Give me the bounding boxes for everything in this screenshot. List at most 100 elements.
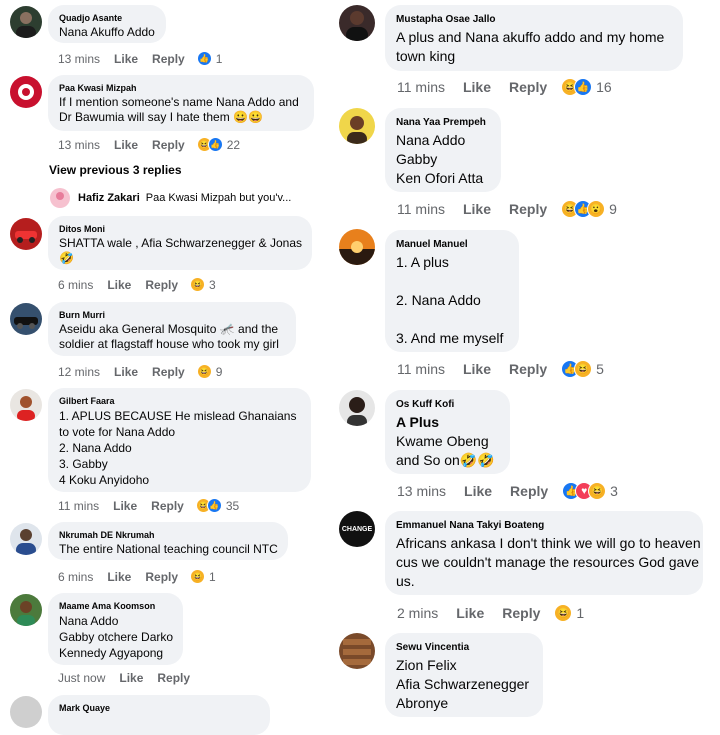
reply-button[interactable]: Reply (152, 365, 185, 379)
avatar[interactable] (339, 633, 375, 669)
reply-button[interactable]: Reply (152, 138, 185, 152)
reply-button[interactable]: Reply (502, 605, 540, 621)
comment-actions: 2 mins Like Reply 😆 1 (397, 604, 584, 622)
reply-button[interactable]: Reply (152, 52, 185, 66)
view-previous-replies-link[interactable]: View previous 3 replies (49, 163, 182, 177)
like-button[interactable]: Like (463, 201, 491, 217)
comment-author[interactable]: Maame Ama Koomson (59, 601, 155, 611)
comment-time[interactable]: 11 mins (397, 201, 445, 217)
reaction-summary[interactable]: 😆 3 (190, 277, 216, 292)
reaction-summary[interactable]: 😆 👍 22 (196, 137, 241, 152)
like-button[interactable]: Like (113, 499, 137, 513)
comment-author[interactable]: Emmanuel Nana Takyi Boateng (396, 520, 544, 531)
person-photo-icon (56, 192, 64, 200)
like-button[interactable]: Like (107, 278, 131, 292)
reaction-summary[interactable]: 👍 😆 5 (561, 360, 604, 378)
avatar[interactable]: CHANGE (339, 511, 375, 547)
reaction-summary[interactable]: 😆 👍 35 (195, 498, 239, 513)
reply-preview[interactable]: Hafiz Zakari Paa Kwasi Mizpah but you'v.… (50, 188, 291, 208)
like-button[interactable]: Like (107, 570, 131, 584)
comment-bubble: Nana Yaa Prempeh Nana Addo Gabby Ken Ofo… (385, 108, 501, 192)
comment-bubble: Mark Quaye (48, 695, 270, 735)
reply-button[interactable]: Reply (510, 483, 548, 499)
reaction-summary[interactable]: 😆 1 (554, 604, 584, 622)
comment-bubble: Burn Murri Aseidu aka General Mosquito 🦟… (48, 302, 296, 356)
reaction-count: 3 (610, 483, 618, 499)
avatar[interactable] (10, 6, 42, 38)
avatar[interactable] (10, 523, 42, 555)
comment-time[interactable]: Just now (58, 671, 105, 685)
thumbs-up-icon: 👍 (196, 51, 212, 66)
avatar[interactable] (339, 229, 375, 265)
avatar[interactable] (10, 594, 42, 626)
comment-time[interactable]: 12 mins (58, 365, 100, 379)
person-photo-icon (17, 601, 35, 626)
reply-button[interactable]: Reply (145, 570, 178, 584)
like-button[interactable]: Like (114, 138, 138, 152)
avatar[interactable] (339, 5, 375, 41)
comment-author[interactable]: Sewu Vincentia (396, 642, 469, 653)
reaction-summary[interactable]: 👍 ♥ 😆 3 (562, 482, 618, 500)
comment-text: SHATTA wale , Afia Schwarzenegger & Jona… (59, 236, 303, 265)
comment-actions: 12 mins Like Reply 😆 9 (58, 364, 222, 379)
comment-author[interactable]: Quadjo Asante (59, 13, 122, 23)
comment-author[interactable]: Ditos Moni (59, 224, 105, 234)
reaction-count: 1 (215, 51, 223, 66)
comment-author[interactable]: Burn Murri (59, 310, 105, 320)
comment-time[interactable]: 13 mins (397, 483, 446, 499)
car-photo-icon (14, 317, 38, 329)
reaction-count: 22 (226, 137, 241, 152)
reply-preview-author[interactable]: Hafiz Zakari (78, 192, 140, 204)
comment-author[interactable]: Gilbert Faara (59, 396, 115, 406)
avatar[interactable] (10, 76, 42, 108)
like-button[interactable]: Like (456, 605, 484, 621)
reaction-summary[interactable]: 👍 1 (196, 51, 223, 66)
comment-author[interactable]: Paa Kwasi Mizpah (59, 83, 137, 93)
comment-time[interactable]: 11 mins (397, 361, 445, 377)
comment-author[interactable]: Nkrumah DE Nkrumah (59, 530, 155, 540)
reaction-summary[interactable]: 😆 👍 16 (561, 78, 612, 96)
comment-author[interactable]: Mark Quaye (59, 703, 110, 713)
comment-text: 1. A plus 2. Nana Addo 3. And me myself (396, 254, 504, 346)
comment-text: Zion Felix Afia Schwarzenegger Abronye (396, 657, 530, 711)
comment-author[interactable]: Manuel Manuel (396, 239, 468, 250)
comment-author[interactable]: Os Kuff Kofi (396, 399, 454, 410)
comment-author[interactable]: Mustapha Osae Jallo (396, 14, 495, 25)
comment-actions: 6 mins Like Reply 😆 3 (58, 277, 216, 292)
comment-time[interactable]: 13 mins (58, 138, 100, 152)
reaction-count: 1 (209, 569, 216, 584)
like-button[interactable]: Like (119, 671, 143, 685)
comment-time[interactable]: 11 mins (58, 499, 99, 513)
comment-time[interactable]: 2 mins (397, 605, 438, 621)
avatar[interactable] (10, 303, 42, 335)
comment-time[interactable]: 6 mins (58, 570, 93, 584)
reply-button[interactable]: Reply (509, 361, 547, 377)
comment-time[interactable]: 11 mins (397, 79, 445, 95)
comment-time[interactable]: 6 mins (58, 278, 93, 292)
avatar[interactable] (10, 696, 42, 728)
reply-button[interactable]: Reply (151, 499, 184, 513)
avatar[interactable] (339, 390, 375, 426)
reaction-summary[interactable]: 😆 1 (190, 569, 216, 584)
comment-bubble: Nkrumah DE Nkrumah The entire National t… (48, 522, 288, 560)
like-button[interactable]: Like (463, 79, 491, 95)
comment-text: Nana Addo Gabby otchere Darko Kennedy Ag… (59, 614, 174, 660)
like-button[interactable]: Like (114, 365, 138, 379)
reply-button[interactable]: Reply (145, 278, 178, 292)
like-button[interactable]: Like (114, 52, 138, 66)
comment-author[interactable]: Nana Yaa Prempeh (396, 117, 486, 128)
comment-time[interactable]: 13 mins (58, 52, 100, 66)
person-photo-icon (347, 397, 367, 426)
reaction-summary[interactable]: 😆 9 (196, 364, 222, 379)
reply-button[interactable]: Reply (509, 201, 547, 217)
avatar[interactable] (339, 108, 375, 144)
like-button[interactable]: Like (464, 483, 492, 499)
avatar[interactable] (10, 218, 42, 250)
reply-button[interactable]: Reply (509, 79, 547, 95)
avatar[interactable] (10, 389, 42, 421)
reaction-count: 1 (576, 605, 585, 621)
person-photo-icon (16, 529, 36, 555)
reaction-summary[interactable]: 😆 👍 😮 9 (561, 200, 617, 218)
like-button[interactable]: Like (463, 361, 491, 377)
reply-button[interactable]: Reply (157, 671, 190, 685)
